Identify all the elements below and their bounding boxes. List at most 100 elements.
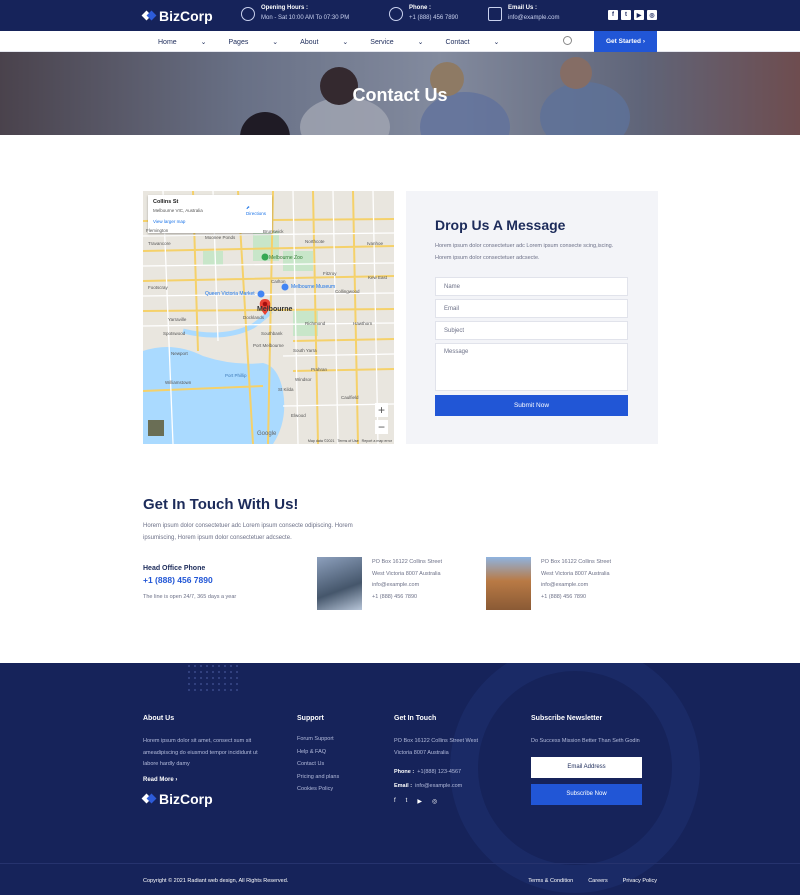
footer-link[interactable]: Pricing and plans <box>297 774 339 780</box>
email-field[interactable]: Email <box>435 299 628 318</box>
twitter-icon[interactable]: t <box>406 798 408 805</box>
zoom-in-button[interactable]: + <box>375 403 388 417</box>
footer-about: About Us Horem ipsum dolor sit amet, con… <box>143 715 268 807</box>
office-email[interactable]: info@example.com <box>541 580 611 592</box>
nav-service-label: Service <box>370 38 394 46</box>
youtube-icon[interactable]: ▶ <box>634 10 644 20</box>
phone-icon <box>389 7 403 21</box>
office-phone[interactable]: +1 (888) 456 7890 <box>372 592 442 604</box>
directions-label: Directions <box>245 211 266 216</box>
map-label: Spotswood <box>163 331 186 336</box>
newsletter-text: Do Success Mission Better Than Seth Godi… <box>531 738 640 744</box>
map-label: Port Melbourne <box>253 343 284 348</box>
form-description: Horem ipsum dolor consectetuer adc Lorem… <box>435 243 614 261</box>
footer-about-text: Horem ipsum dolor sit amet, consect sum … <box>143 738 258 767</box>
office-phone[interactable]: +1 (888) 456 7890 <box>541 592 611 604</box>
office-address-1: PO Box 16122 Collins Street <box>541 559 612 565</box>
footer-phone[interactable]: +1(888) 123-4567 <box>417 769 461 775</box>
message-field[interactable]: Message <box>435 343 628 391</box>
footer-logo[interactable]: BizCorp <box>143 791 268 807</box>
nav-item-pages[interactable]: Pages ⌄ <box>229 38 279 46</box>
clock-icon <box>241 7 255 21</box>
footer-link[interactable]: Contact Us <box>297 761 339 767</box>
map-label: Williamstown <box>165 380 192 385</box>
main-nav: Home ⌄ Pages ⌄ About ⌄ Service ⌄ Contact… <box>0 31 800 52</box>
opening-hours: Opening Hours : Mon - Sat 10:00 AM To 07:… <box>241 5 349 21</box>
footer-contact-title: Get In Touch <box>394 715 437 722</box>
brand-name: BizCorp <box>159 7 213 24</box>
footer-link[interactable]: Cookies Policy <box>297 786 339 792</box>
office-email[interactable]: info@example.com <box>372 580 442 592</box>
nav-item-about[interactable]: About ⌄ <box>300 38 348 46</box>
subscribe-button[interactable]: Subscribe Now <box>531 783 642 805</box>
footer-link[interactable]: Forum Support <box>297 736 339 742</box>
brand-logo[interactable]: BizCorp <box>143 8 213 24</box>
section-description: Horem ipsum dolor consectetuer adc Lorem… <box>143 523 353 541</box>
subject-field[interactable]: Subject <box>435 321 628 340</box>
map-label: Port Phillip <box>225 373 247 378</box>
footer-bottom: Copyright © 2021 Radiant web design, All… <box>0 863 800 895</box>
footer-phone-label: Phone : <box>394 769 415 775</box>
twitter-icon[interactable]: t <box>621 10 631 20</box>
phone-value[interactable]: +1 (888) 456 7890 <box>409 15 458 21</box>
map-label: Yarraville <box>168 317 187 322</box>
map-city-label: Melbourne <box>257 306 293 313</box>
zoom-out-button[interactable]: − <box>375 420 388 434</box>
directions-icon: ⬈ <box>245 205 250 210</box>
map-label: Windsor <box>295 377 312 382</box>
map-label: Newport <box>171 351 188 356</box>
footer-link[interactable]: Help & FAQ <box>297 749 339 755</box>
nav-item-contact[interactable]: Contact ⌄ <box>445 38 499 46</box>
office-card: PO Box 16122 Collins Street West Victori… <box>317 557 442 610</box>
map-label: Moonee Ponds <box>205 235 236 240</box>
careers-link[interactable]: Careers <box>588 878 608 884</box>
search-icon[interactable] <box>563 36 572 45</box>
name-field[interactable]: Name <box>435 277 628 296</box>
nav-item-home[interactable]: Home ⌄ <box>158 38 207 46</box>
location-map[interactable]: Collins St Melbourne VIC, Australia View… <box>143 191 394 444</box>
footer-bottom-links: Terms & Condition Careers Privacy Policy <box>528 878 657 884</box>
copyright: Copyright © 2021 Radiant web design, All… <box>143 878 289 884</box>
email-value[interactable]: info@example.com <box>508 15 559 21</box>
phone-label: Phone : <box>409 5 431 11</box>
office-address-1: PO Box 16122 Collins Street <box>372 559 443 565</box>
top-socials: f t ▶ ◎ <box>608 10 657 20</box>
nav-pages-label: Pages <box>228 38 249 46</box>
street-view-thumbnail[interactable] <box>148 420 164 436</box>
map-label: Caulfield <box>341 395 359 400</box>
google-logo: Google <box>257 431 277 437</box>
youtube-icon[interactable]: ▶ <box>417 798 422 805</box>
map-label: Kew East <box>368 275 388 280</box>
page-hero: Contact Us <box>0 52 800 135</box>
privacy-link[interactable]: Privacy Policy <box>623 878 657 884</box>
map-label: Prahran <box>311 367 328 372</box>
get-started-button[interactable]: Get Started › <box>594 31 657 52</box>
view-larger-map-link[interactable]: View larger map <box>153 219 267 224</box>
nav-item-service[interactable]: Service ⌄ <box>370 38 423 46</box>
logo-icon <box>143 11 155 21</box>
instagram-icon[interactable]: ◎ <box>647 10 657 20</box>
nav-menu: Home ⌄ Pages ⌄ About ⌄ Service ⌄ Contact… <box>158 31 521 52</box>
map-label: Elwood <box>291 413 306 418</box>
footer-email-label: Email : <box>394 783 413 789</box>
map-label: Hawthorn <box>353 321 373 326</box>
terms-link[interactable]: Terms & Condition <box>528 878 573 884</box>
read-more-link[interactable]: Read More › <box>143 777 268 783</box>
facebook-icon[interactable]: f <box>608 10 618 20</box>
footer-email[interactable]: info@example.com <box>415 783 462 789</box>
directions-link[interactable]: ⬈ Directions <box>246 205 266 216</box>
head-office-phone[interactable]: +1 (888) 456 7890 <box>143 575 236 585</box>
office-building-image <box>317 557 362 610</box>
map-label: Brunswick <box>263 229 284 234</box>
newsletter-email-input[interactable]: Email Address <box>531 756 642 778</box>
section-title: Get In Touch With Us! <box>143 496 299 513</box>
dots-decoration <box>186 663 238 691</box>
email-label: Email Us : <box>508 5 538 11</box>
form-title: Drop Us A Message <box>435 217 566 233</box>
facebook-icon[interactable]: f <box>394 798 396 805</box>
map-label: Travancore <box>148 241 171 246</box>
map-label: Southbank <box>261 331 283 336</box>
submit-button[interactable]: Submit Now <box>435 395 628 416</box>
instagram-icon[interactable]: ◎ <box>432 798 437 805</box>
nav-home-label: Home <box>158 38 177 46</box>
